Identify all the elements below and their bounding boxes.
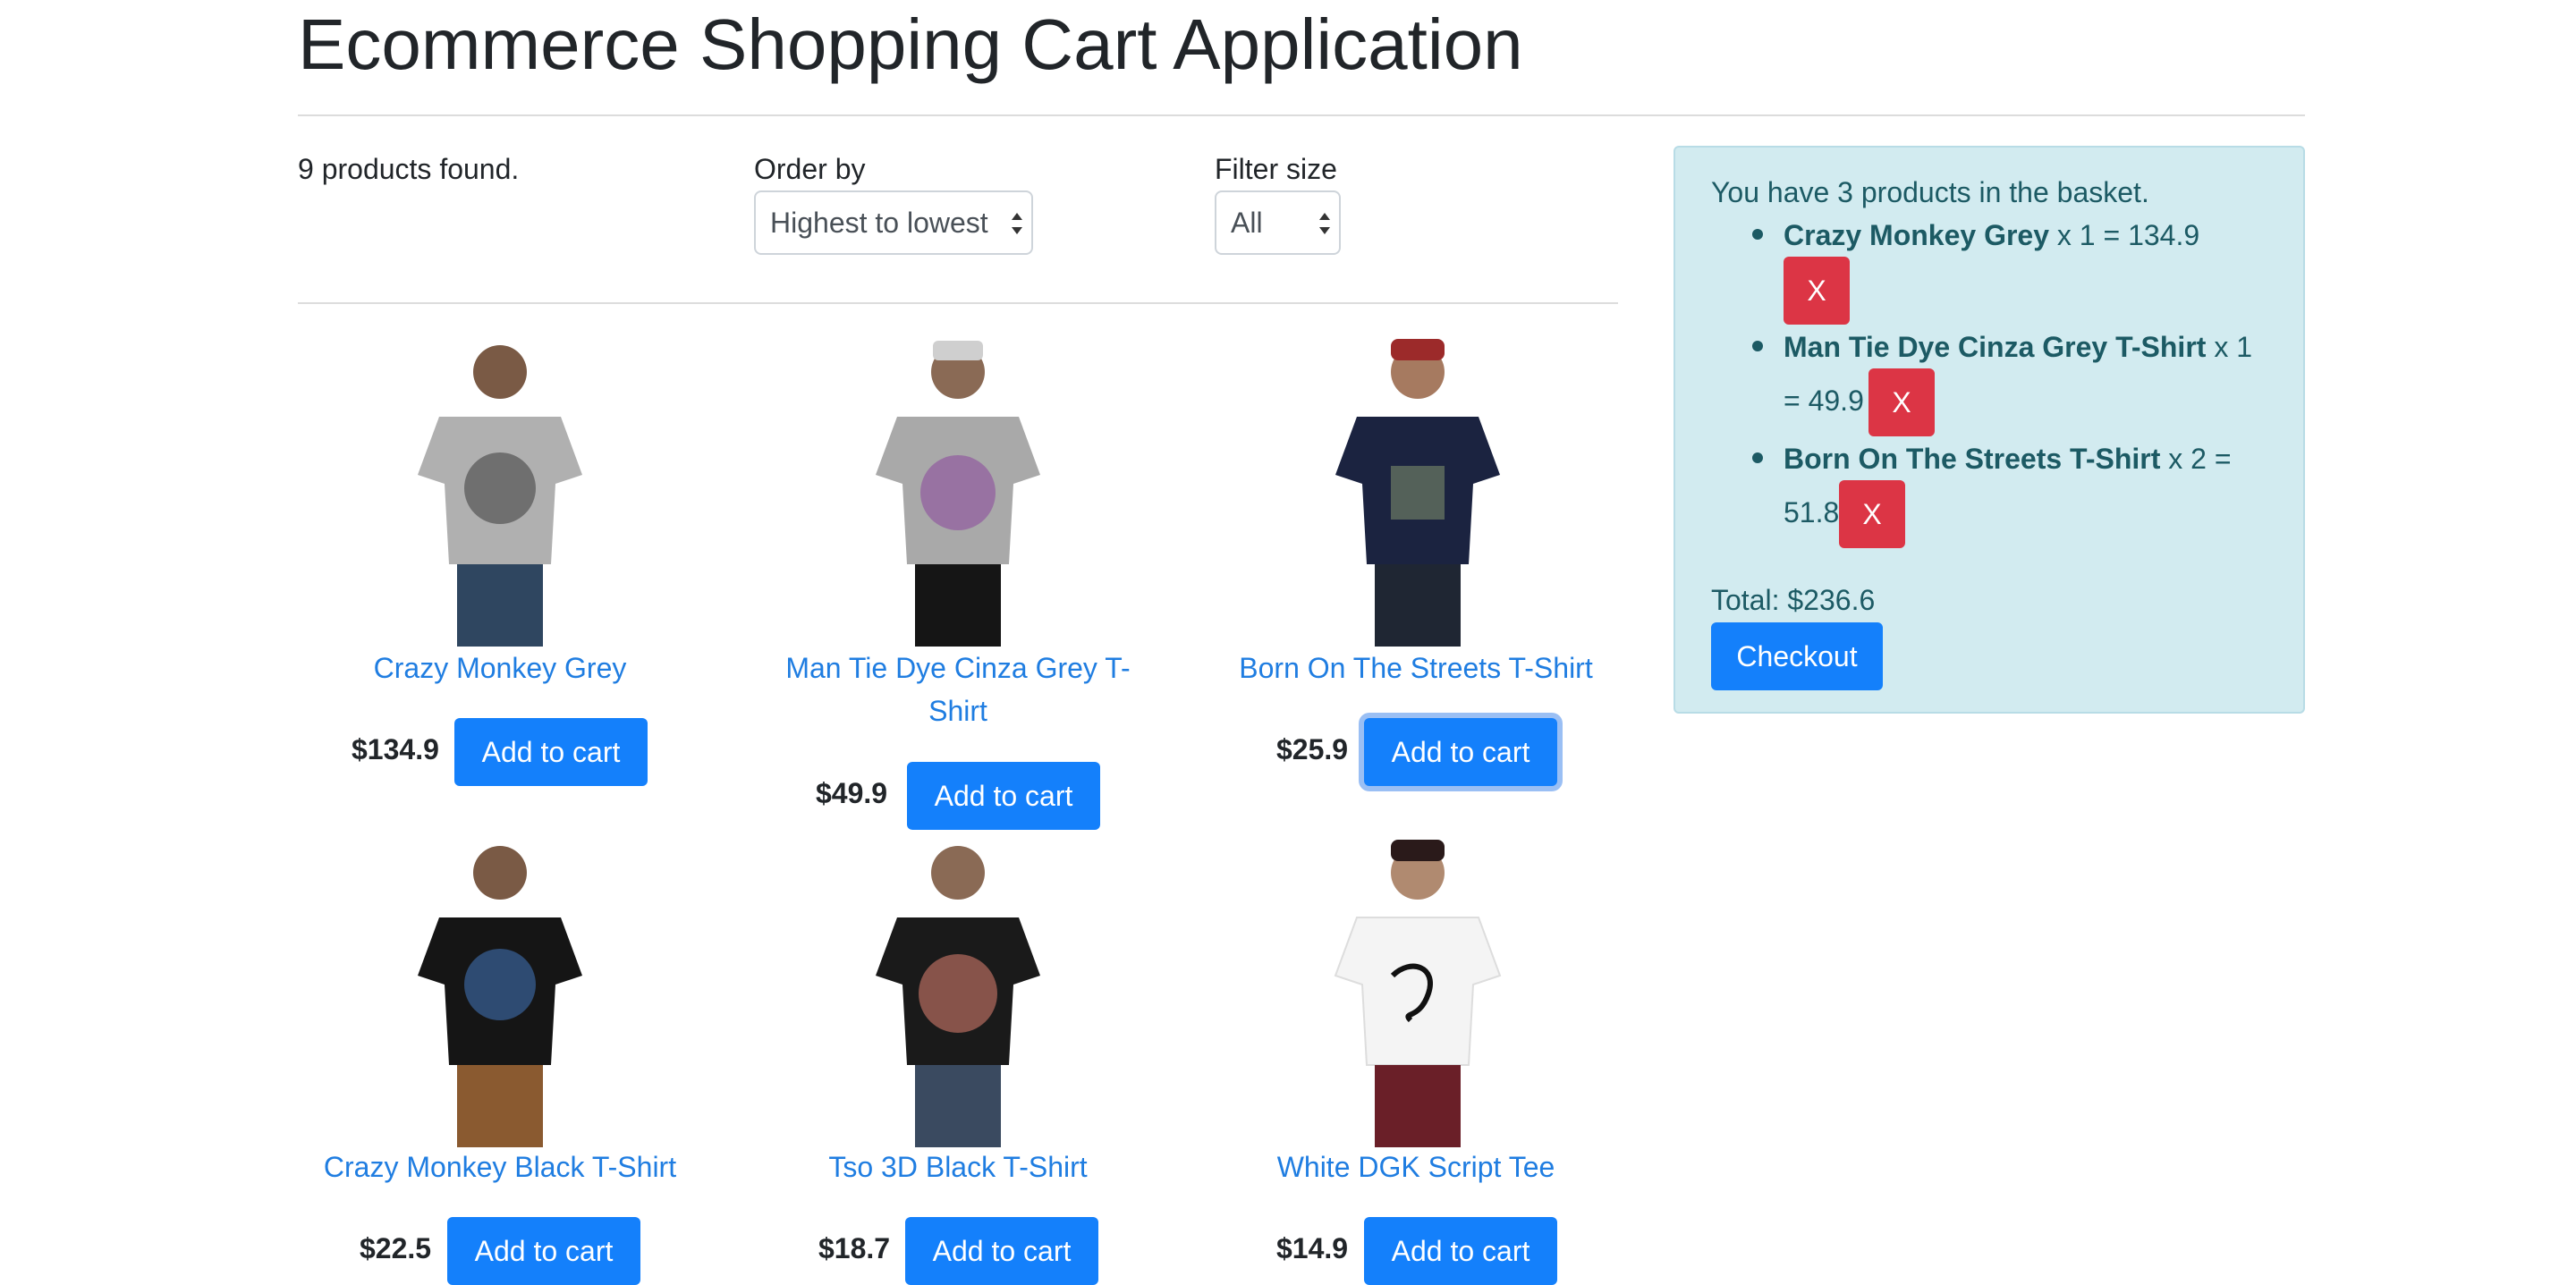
product-name-link[interactable]: Crazy Monkey Grey — [308, 647, 692, 689]
tshirt-model-icon — [418, 345, 582, 647]
product-image[interactable] — [1321, 332, 1514, 647]
product-price: $49.9 — [816, 777, 888, 809]
basket-total: Total: $236.6 — [1711, 584, 1876, 616]
remove-item-button[interactable]: X — [1784, 257, 1850, 325]
filter-size-label: Filter size — [1215, 153, 1337, 185]
remove-item-button[interactable]: X — [1868, 368, 1935, 436]
product-image[interactable] — [861, 332, 1055, 647]
page-title: Ecommerce Shopping Cart Application — [298, 4, 1523, 84]
product-image[interactable] — [861, 833, 1055, 1147]
tshirt-model-icon — [1335, 339, 1500, 647]
basket-item: Crazy Monkey Grey x 1 = 134.9 — [1784, 208, 2199, 262]
basket-item-name: Crazy Monkey Grey — [1784, 219, 2050, 251]
product-image[interactable] — [403, 833, 597, 1147]
list-bullet — [1752, 452, 1763, 463]
filter-size-selected-value: All — [1231, 206, 1263, 239]
basket-item-name: Man Tie Dye Cinza Grey T-Shirt — [1784, 331, 2207, 363]
tshirt-model-icon — [876, 341, 1040, 647]
basket-item: Man Tie Dye Cinza Grey T-Shirt x 1 — [1784, 320, 2252, 374]
select-arrows-icon — [1012, 213, 1022, 234]
select-arrows-icon — [1319, 213, 1330, 234]
product-price: $14.9 — [1276, 1232, 1349, 1264]
product-price: $134.9 — [352, 733, 439, 765]
product-name-link[interactable]: White DGK Script Tee — [1224, 1146, 1608, 1188]
order-by-label: Order by — [754, 153, 866, 185]
product-name-link[interactable]: Crazy Monkey Black T-Shirt — [308, 1146, 692, 1188]
basket-item-name: Born On The Streets T-Shirt — [1784, 443, 2161, 475]
product-name-link[interactable]: Born On The Streets T-Shirt — [1224, 647, 1608, 689]
basket-item-qty-cont: = 49.9 — [1784, 385, 1864, 417]
product-price: $25.9 — [1276, 733, 1349, 765]
add-to-cart-button[interactable]: Add to cart — [907, 762, 1100, 830]
checkout-button[interactable]: Checkout — [1711, 622, 1883, 690]
order-by-selected-value: Highest to lowest — [770, 206, 988, 239]
list-divider — [298, 302, 1618, 304]
product-image[interactable] — [403, 332, 597, 647]
tshirt-model-icon — [876, 846, 1040, 1147]
basket-item: Born On The Streets T-Shirt x 2 = — [1784, 432, 2232, 486]
list-bullet — [1752, 229, 1763, 240]
order-by-select[interactable]: Highest to lowest — [754, 190, 1033, 255]
tshirt-model-icon — [1334, 840, 1502, 1147]
add-to-cart-button[interactable]: Add to cart — [454, 718, 648, 786]
list-bullet — [1752, 341, 1763, 351]
header-divider — [298, 114, 2305, 116]
product-name-link[interactable]: Tso 3D Black T-Shirt — [766, 1146, 1150, 1188]
product-price: $22.5 — [360, 1232, 432, 1264]
basket-item-qty: x 2 = — [2160, 443, 2232, 475]
add-to-cart-button[interactable]: Add to cart — [1364, 718, 1557, 786]
tshirt-model-icon — [418, 846, 582, 1147]
basket-item-qty: x 1 = 134.9 — [2049, 219, 2200, 251]
products-found-count: 9 products found. — [298, 153, 520, 185]
filter-size-select[interactable]: All — [1215, 190, 1341, 255]
basket-item-qty-cont: 51.8 — [1784, 496, 1840, 528]
basket-item-qty: x 1 — [2206, 331, 2252, 363]
product-name-link[interactable]: Man Tie Dye Cinza Grey T-Shirt — [766, 647, 1150, 732]
product-image[interactable] — [1321, 833, 1514, 1147]
product-price: $18.7 — [818, 1232, 891, 1264]
remove-item-button[interactable]: X — [1839, 480, 1905, 548]
